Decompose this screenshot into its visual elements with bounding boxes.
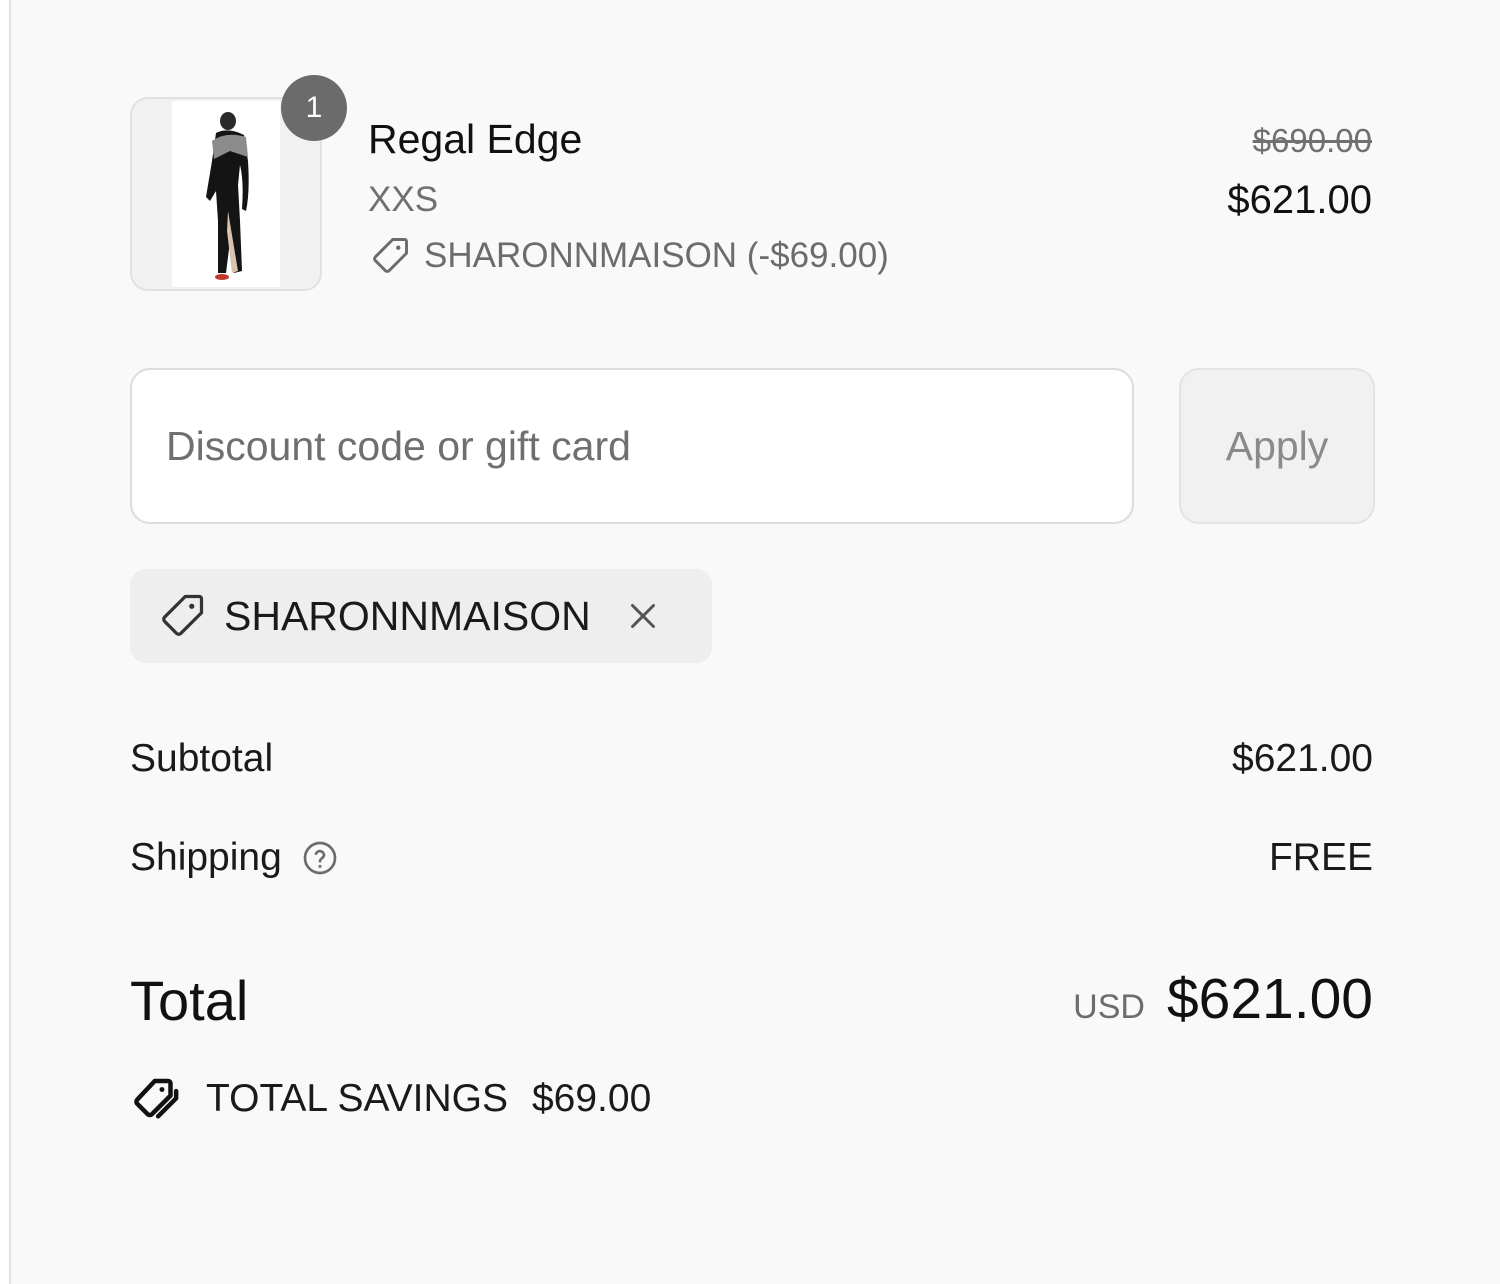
total-savings-label: TOTAL SAVINGS	[206, 1077, 508, 1120]
shipping-value: FREE	[1268, 836, 1373, 879]
product-name: Regal Edge	[368, 116, 583, 162]
order-summary-panel: 1 Regal Edge XXS SHARONNMAISON (-$69.00)…	[9, 0, 1500, 1284]
product-variant: XXS	[368, 180, 439, 219]
total-amount: $621.00	[1166, 967, 1373, 1031]
subtotal-label: Subtotal	[130, 737, 274, 780]
shipping-row: Shipping	[130, 836, 340, 880]
price-current: $621.00	[1227, 178, 1372, 222]
total-savings-value: $69.00	[531, 1077, 652, 1120]
tag-icon	[156, 590, 208, 642]
total-label: Total	[130, 969, 249, 1032]
total-savings-row: TOTAL SAVINGS $69.00	[130, 1072, 651, 1126]
apply-button[interactable]: Apply	[1179, 368, 1375, 524]
quantity-badge: 1	[281, 75, 347, 141]
product-discount-text: SHARONNMAISON (-$69.00)	[424, 236, 889, 275]
tag-icon	[368, 234, 412, 278]
tags-icon	[130, 1072, 184, 1126]
discount-code-input[interactable]	[130, 368, 1134, 524]
price-original: $690.00	[1252, 122, 1372, 159]
applied-discount-chip: SHARONNMAISON	[130, 569, 712, 663]
shipping-label: Shipping	[130, 836, 282, 879]
applied-discount-code: SHARONNMAISON	[224, 592, 591, 639]
question-circle-icon[interactable]	[300, 838, 340, 878]
subtotal-value: $621.00	[1232, 737, 1373, 780]
product-image	[172, 101, 280, 287]
total-currency: USD	[1073, 988, 1145, 1026]
close-icon[interactable]	[623, 596, 663, 636]
total-value-group: USD $621.00	[1073, 966, 1373, 1032]
product-discount-line: SHARONNMAISON (-$69.00)	[368, 234, 889, 278]
